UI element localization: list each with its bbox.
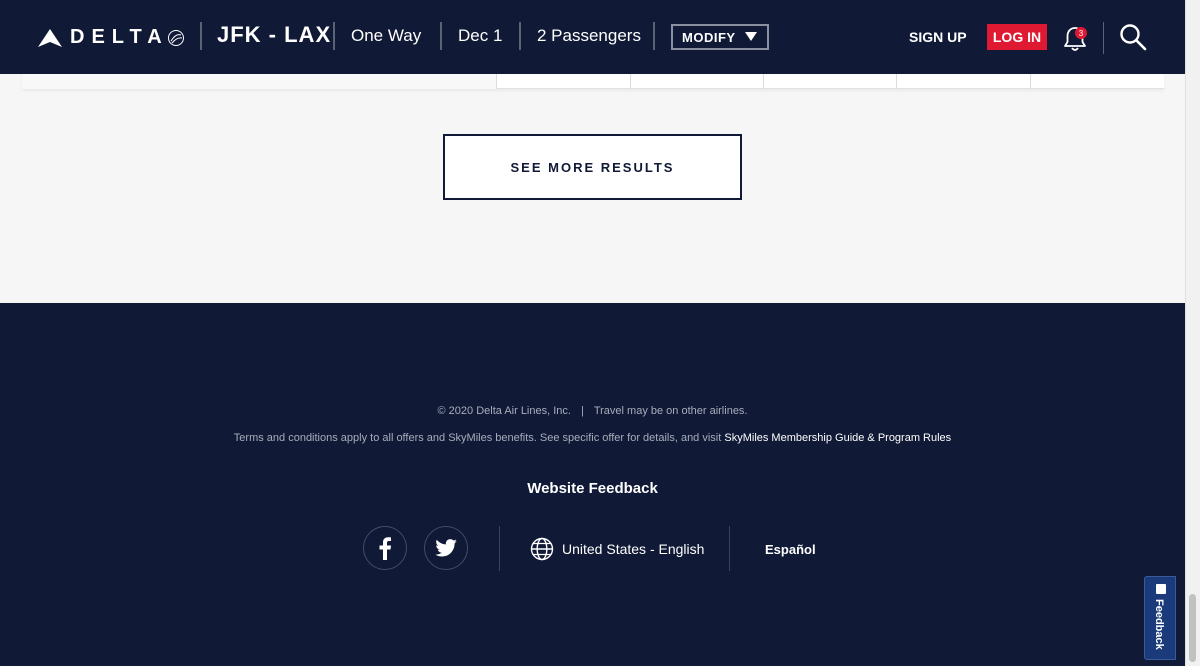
top-header: DELTA JFK - LAX One Way Dec 1 2 Passenge… bbox=[0, 0, 1185, 74]
header-divider bbox=[200, 22, 202, 50]
delta-logo[interactable]: DELTA bbox=[38, 26, 185, 49]
page-footer: © 2020 Delta Air Lines, Inc. | Travel may … bbox=[0, 303, 1185, 666]
modify-search-button[interactable]: MODIFY bbox=[671, 24, 769, 50]
vertical-scrollbar[interactable] bbox=[1185, 0, 1200, 666]
globe-icon bbox=[530, 537, 554, 561]
log-in-button[interactable]: LOG IN bbox=[987, 24, 1047, 50]
caret-down-icon bbox=[745, 32, 757, 41]
route-label: JFK - LAX bbox=[217, 22, 332, 47]
header-divider bbox=[333, 22, 335, 50]
brand-wordmark: DELTA bbox=[70, 26, 169, 48]
twitter-icon bbox=[435, 539, 457, 557]
results-table-row bbox=[22, 74, 1164, 89]
see-more-results-button[interactable]: SEE MORE RESULTS bbox=[443, 134, 742, 200]
header-divider bbox=[1103, 22, 1104, 54]
footer-separator: | bbox=[580, 405, 584, 417]
feedback-tab[interactable]: Feedback bbox=[1144, 576, 1176, 660]
footer-divider bbox=[499, 526, 500, 571]
skymiles-guide-link[interactable]: SkyMiles Membership Guide & Program Rule… bbox=[724, 432, 951, 444]
table-divider bbox=[1030, 74, 1031, 89]
scrollbar-thumb[interactable] bbox=[1189, 594, 1196, 662]
notification-badge: 3 bbox=[1075, 27, 1087, 39]
feedback-icon bbox=[1156, 584, 1166, 594]
table-divider bbox=[496, 74, 497, 89]
delta-triangle-icon bbox=[38, 28, 62, 47]
locale-selector[interactable]: United States - English bbox=[530, 537, 704, 561]
table-divider bbox=[630, 74, 631, 89]
header-divider bbox=[653, 22, 655, 50]
other-airlines-text: Travel may be on other airlines. bbox=[593, 405, 748, 417]
table-divider bbox=[896, 74, 897, 89]
search-icon[interactable] bbox=[1119, 23, 1147, 51]
trip-type-label: One Way bbox=[351, 26, 422, 45]
terms-line: Terms and conditions apply to all offers… bbox=[0, 432, 1185, 444]
spanish-language-link[interactable]: Español bbox=[765, 542, 816, 557]
header-divider bbox=[440, 22, 442, 50]
sign-up-link[interactable]: SIGN UP bbox=[909, 29, 967, 45]
copyright-line: © 2020 Delta Air Lines, Inc. | Travel may … bbox=[0, 405, 1185, 417]
terms-text: Terms and conditions apply to all offers… bbox=[233, 432, 725, 444]
modify-label: MODIFY bbox=[682, 29, 736, 45]
copyright-text: © 2020 Delta Air Lines, Inc. bbox=[437, 405, 571, 417]
table-divider bbox=[763, 74, 764, 89]
website-feedback-link[interactable]: Website Feedback bbox=[0, 480, 1185, 497]
header-divider bbox=[519, 22, 521, 50]
twitter-button[interactable] bbox=[424, 526, 468, 570]
skyteam-globe-icon bbox=[167, 29, 184, 46]
facebook-icon bbox=[379, 537, 391, 560]
date-label: Dec 1 bbox=[458, 26, 503, 45]
facebook-button[interactable] bbox=[363, 526, 407, 570]
flight-info-cell bbox=[22, 74, 496, 89]
locale-label: United States - English bbox=[562, 541, 705, 557]
feedback-tab-label: Feedback bbox=[1153, 599, 1165, 650]
footer-divider bbox=[729, 526, 730, 571]
passengers-label: 2 Passengers bbox=[537, 26, 641, 45]
